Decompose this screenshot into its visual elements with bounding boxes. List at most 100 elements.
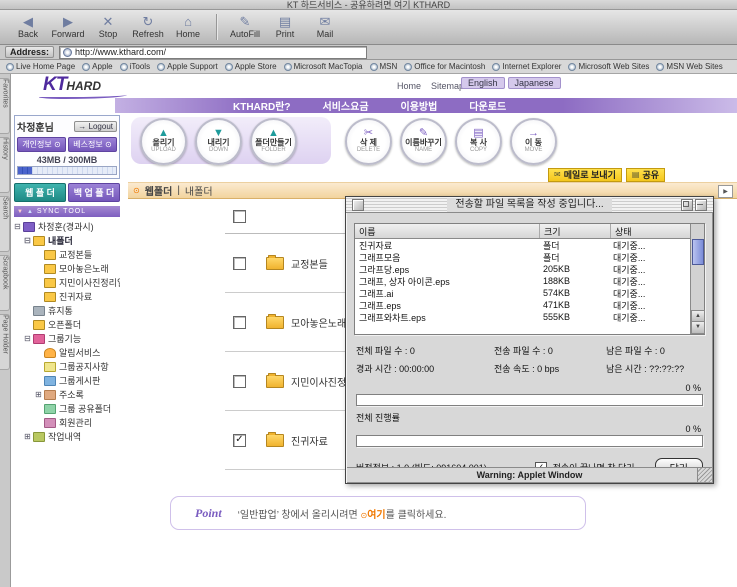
home-button[interactable]: ⌂Home bbox=[168, 15, 208, 39]
tree-item[interactable]: 그룹게시판 bbox=[14, 374, 120, 388]
english-button[interactable]: English bbox=[461, 77, 505, 89]
row-checkbox[interactable] bbox=[233, 316, 246, 329]
expander-icon[interactable]: ⊟ bbox=[24, 234, 33, 248]
make-folder-button[interactable]: ▲폴더만들기FOLDER bbox=[250, 118, 297, 165]
tree-item[interactable]: 그룹공지사항 bbox=[14, 360, 120, 374]
forward-button[interactable]: ▶Forward bbox=[48, 15, 88, 39]
move-button[interactable]: →이 동MOVE bbox=[510, 118, 557, 165]
list-scrollbar[interactable]: ▲ ▼ bbox=[690, 224, 704, 334]
window-titlebar[interactable]: KT 하드서비스 - 공유하려면 여기 KTHARD bbox=[0, 0, 737, 10]
copy-button[interactable]: ▤복 사COPY bbox=[455, 118, 502, 165]
backup-folder-button[interactable]: 백 업 폴 더 bbox=[68, 183, 120, 202]
window-close-box[interactable] bbox=[352, 199, 364, 211]
tree-item-root[interactable]: ⊟차정훈(경과시) bbox=[14, 220, 120, 234]
select-all-checkbox[interactable] bbox=[233, 210, 246, 223]
sync-toolbar[interactable]: ▼ ▲ SYNC TOOL bbox=[14, 206, 120, 217]
tab-page-holder[interactable]: Page Holder bbox=[0, 314, 10, 370]
favorite-link[interactable]: MSN bbox=[370, 62, 398, 71]
row-checkbox[interactable] bbox=[233, 375, 246, 388]
here-link[interactable]: 여기 bbox=[367, 510, 385, 521]
breadcrumb-web-folder[interactable]: 웹폴더 bbox=[145, 183, 173, 198]
download-button[interactable]: ▼내리기DOWN bbox=[195, 118, 242, 165]
expander-icon[interactable]: ⊞ bbox=[24, 430, 33, 444]
tree-item[interactable]: 회원관리 bbox=[14, 416, 120, 430]
window-collapse-box[interactable] bbox=[695, 199, 707, 211]
japanese-button[interactable]: Japanese bbox=[508, 77, 561, 89]
favorite-link[interactable]: Microsoft MacTopia bbox=[284, 62, 363, 71]
tree-item[interactable]: 그룹 공유폴더 bbox=[14, 402, 120, 416]
nav-howto[interactable]: 이용방법 bbox=[401, 98, 438, 113]
favorite-link[interactable]: Office for Macintosh bbox=[404, 62, 485, 71]
tree-item[interactable]: 알림서비스 bbox=[14, 346, 120, 360]
stop-button[interactable]: ✕Stop bbox=[88, 15, 128, 39]
folder-name[interactable]: 모아놓은노래 bbox=[291, 315, 346, 330]
tab-favorites[interactable]: Favorites bbox=[0, 78, 10, 134]
logout-button[interactable]: → Logout bbox=[74, 121, 117, 132]
web-folder-button[interactable]: 웹 폴 더 bbox=[14, 183, 66, 202]
delete-button[interactable]: ✂삭 제DELETE bbox=[345, 118, 392, 165]
tree-item[interactable]: 교정본들 bbox=[14, 248, 120, 262]
file-row[interactable]: 진귀자료폴더대기중... bbox=[355, 239, 691, 251]
window-zoom-box[interactable] bbox=[681, 199, 693, 211]
tree-item[interactable]: 진귀자료 bbox=[14, 290, 120, 304]
file-row[interactable]: 그래프와차트.eps555KB대기중... bbox=[355, 311, 691, 323]
tree-item-my-folder[interactable]: ⊟내폴더 bbox=[14, 234, 120, 248]
tab-search[interactable]: Search bbox=[0, 196, 10, 252]
tree-item[interactable]: ⊞주소록 bbox=[14, 388, 120, 402]
mail-button[interactable]: ✉Mail bbox=[305, 15, 345, 39]
expander-icon[interactable]: ⊞ bbox=[35, 388, 44, 402]
favorite-folder-link[interactable]: MSN Web Sites bbox=[656, 62, 722, 71]
expander-icon[interactable]: ⊟ bbox=[24, 332, 33, 346]
favorite-link[interactable]: Apple Support bbox=[157, 62, 218, 71]
rename-button[interactable]: ✎이름바꾸기NAME bbox=[400, 118, 447, 165]
folder-name[interactable]: 교정본들 bbox=[291, 256, 328, 271]
folder-icon bbox=[33, 236, 45, 246]
file-row[interactable]: 그래프.ai574KB대기중... bbox=[355, 287, 691, 299]
file-row[interactable]: 그라프당.eps205KB대기중... bbox=[355, 263, 691, 275]
file-row[interactable]: 그래프모음폴더대기중... bbox=[355, 251, 691, 263]
tab-history[interactable]: History bbox=[0, 137, 10, 193]
dialog-titlebar[interactable]: 전송할 파일 목록을 작성 중입니다... bbox=[346, 197, 713, 213]
expand-right-button[interactable]: ▶ bbox=[718, 185, 733, 198]
service-info-button[interactable]: 베스정보 ⊙ bbox=[68, 137, 117, 152]
print-button[interactable]: ▤Print bbox=[265, 15, 305, 39]
personal-info-button[interactable]: 개인정보 ⊙ bbox=[17, 137, 66, 152]
tree-item-open-folder[interactable]: 오픈폴더 bbox=[14, 318, 120, 332]
share-button[interactable]: ▤공유 bbox=[626, 168, 665, 182]
nav-pricing[interactable]: 서비스요금 bbox=[323, 98, 369, 113]
home-link[interactable]: Home bbox=[397, 81, 421, 91]
send-mail-button[interactable]: ✉메일로 보내기 bbox=[548, 168, 622, 182]
action-buttons: ✉메일로 보내기 ▤공유 bbox=[128, 168, 737, 181]
resize-grip[interactable] bbox=[697, 467, 712, 482]
upload-button[interactable]: ▲올리기UPLOAD bbox=[140, 118, 187, 165]
folder-name[interactable]: 진귀자료 bbox=[291, 433, 328, 448]
tab-scrapbook[interactable]: Scrapbook bbox=[0, 255, 10, 311]
nav-about[interactable]: KTHARD란? bbox=[233, 98, 291, 113]
tree-item[interactable]: 모아놓은노래 bbox=[14, 262, 120, 276]
back-button[interactable]: ◀Back bbox=[8, 15, 48, 39]
scrollbar-thumb[interactable] bbox=[692, 239, 704, 265]
row-checkbox[interactable] bbox=[233, 257, 246, 270]
breadcrumb-current-folder[interactable]: 내폴더 bbox=[185, 183, 213, 198]
tree-item-work-history[interactable]: ⊞작업내역 bbox=[14, 430, 120, 444]
favorite-link[interactable]: iTools bbox=[120, 62, 150, 71]
refresh-button[interactable]: ↻Refresh bbox=[128, 15, 168, 39]
row-checkbox[interactable]: ✓ bbox=[233, 434, 246, 447]
favorite-link[interactable]: Live Home Page bbox=[6, 62, 75, 71]
point-text: ‘일반팝업’ 창에서 올리시려면 ⊙여기를 클릭하세요. bbox=[238, 506, 447, 521]
favorite-link[interactable]: Internet Explorer bbox=[492, 62, 561, 71]
file-row[interactable]: 그래프, 상자 아이콘.eps188KB대기중... bbox=[355, 275, 691, 287]
tree-item-trash[interactable]: 휴지통 bbox=[14, 304, 120, 318]
tree-item[interactable]: 지민이사진정리일부 bbox=[14, 276, 120, 290]
scroll-down-arrow[interactable]: ▼ bbox=[691, 321, 705, 334]
favorite-folder-link[interactable]: Microsoft Web Sites bbox=[568, 62, 649, 71]
file-row[interactable]: 그래프.eps471KB대기중... bbox=[355, 299, 691, 311]
autofill-button[interactable]: ✎AutoFill bbox=[225, 15, 265, 39]
sitemap-link[interactable]: Sitemap bbox=[431, 81, 464, 91]
favorite-link[interactable]: Apple Store bbox=[225, 62, 277, 71]
tree-item-group[interactable]: ⊟그룹기능 bbox=[14, 332, 120, 346]
expander-icon[interactable]: ⊟ bbox=[14, 220, 23, 234]
nav-download[interactable]: 다운로드 bbox=[469, 98, 506, 113]
address-input[interactable]: http://www.kthard.com/ bbox=[59, 46, 367, 59]
favorite-link[interactable]: Apple bbox=[82, 62, 112, 71]
